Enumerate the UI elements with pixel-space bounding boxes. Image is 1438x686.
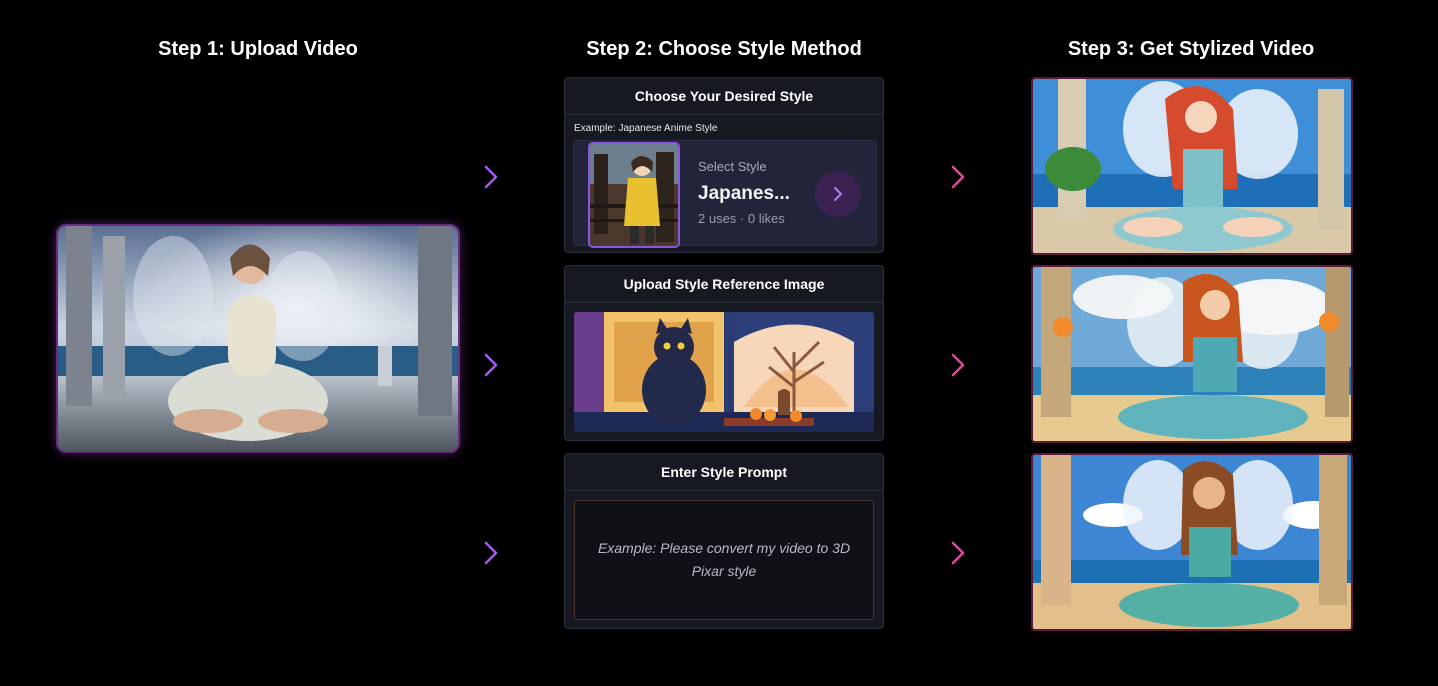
chevron-right-icon xyxy=(834,187,842,201)
chevron-right-icon xyxy=(949,353,967,377)
style-prompt-title: Enter Style Prompt xyxy=(565,454,883,491)
stylized-output-painting[interactable] xyxy=(1031,265,1353,443)
step1-title: Step 1: Upload Video xyxy=(158,38,358,60)
source-video-frame xyxy=(58,226,458,451)
selected-style-name: Japanes... xyxy=(698,183,790,204)
chevron-right-icon xyxy=(482,165,500,189)
style-usage-stats: 2 uses · 0 likes xyxy=(698,211,785,226)
chevron-right-icon xyxy=(949,541,967,565)
stylized-output-pixar[interactable] xyxy=(1031,453,1353,631)
example-caption: Example: Japanese Anime Style xyxy=(574,123,718,134)
style-reference-image[interactable] xyxy=(574,312,874,432)
chevron-right-icon xyxy=(482,353,500,377)
select-style-label: Select Style xyxy=(698,159,767,174)
step2-title: Step 2: Choose Style Method xyxy=(586,38,862,60)
style-picker[interactable]: Select Style Japanes... 2 uses · 0 likes xyxy=(573,140,877,248)
reference-image-card: Upload Style Reference Image xyxy=(564,265,884,441)
chevron-right-icon xyxy=(949,165,967,189)
step3-title: Step 3: Get Stylized Video xyxy=(1067,38,1315,60)
desired-style-card: Choose Your Desired Style Example: Japan… xyxy=(564,77,884,253)
style-thumbnail xyxy=(588,142,680,248)
style-prompt-card: Enter Style Prompt Example: Please conve… xyxy=(564,453,884,629)
stylized-output-anime[interactable] xyxy=(1031,77,1353,255)
select-style-button[interactable] xyxy=(815,171,861,217)
style-prompt-input[interactable]: Example: Please convert my video to 3D P… xyxy=(574,500,874,620)
source-video[interactable] xyxy=(56,224,460,453)
chevron-right-icon xyxy=(482,541,500,565)
desired-style-title: Choose Your Desired Style xyxy=(565,78,883,115)
reference-image-title: Upload Style Reference Image xyxy=(565,266,883,303)
